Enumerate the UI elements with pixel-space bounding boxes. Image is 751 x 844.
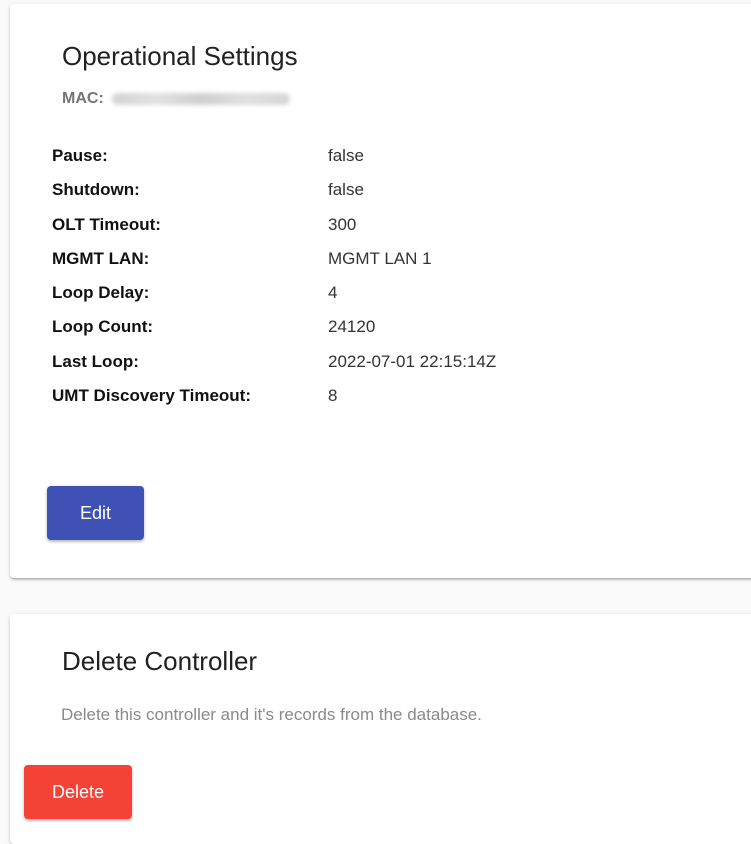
property-value: false — [328, 180, 364, 200]
property-value: false — [328, 146, 364, 165]
delete-button[interactable]: Delete — [24, 765, 132, 819]
delete-title: Delete Controller — [62, 646, 258, 676]
property-label: UMT Discovery Timeout: — [52, 386, 252, 406]
mac-value-redacted — [111, 92, 290, 105]
property-label: MGMT LAN: — [52, 248, 150, 268]
property-label: Pause: — [52, 146, 108, 165]
property-value: 2022-07-01 22:15:14Z — [328, 351, 497, 371]
property-value: 24120 — [328, 317, 376, 337]
mac-label: MAC: — [62, 90, 104, 107]
property-value: 300 — [328, 214, 357, 234]
property-label: Last Loop: — [52, 351, 139, 371]
property-label: Loop Delay: — [52, 283, 150, 303]
mac-row: MAC: — [62, 90, 290, 108]
property-label: Loop Count: — [52, 317, 154, 337]
property-value: MGMT LAN 1 — [328, 248, 432, 268]
property-value: 8 — [328, 386, 338, 406]
operational-settings-card: Operational Settings MAC: Pause: false S… — [10, 4, 751, 578]
delete-description: Delete this controller and it's records … — [61, 705, 482, 724]
settings-title: Operational Settings — [62, 41, 298, 71]
property-label: Shutdown: — [52, 180, 140, 200]
property-label: OLT Timeout: — [52, 214, 161, 234]
edit-button[interactable]: Edit — [47, 486, 144, 540]
property-value: 4 — [328, 283, 338, 303]
